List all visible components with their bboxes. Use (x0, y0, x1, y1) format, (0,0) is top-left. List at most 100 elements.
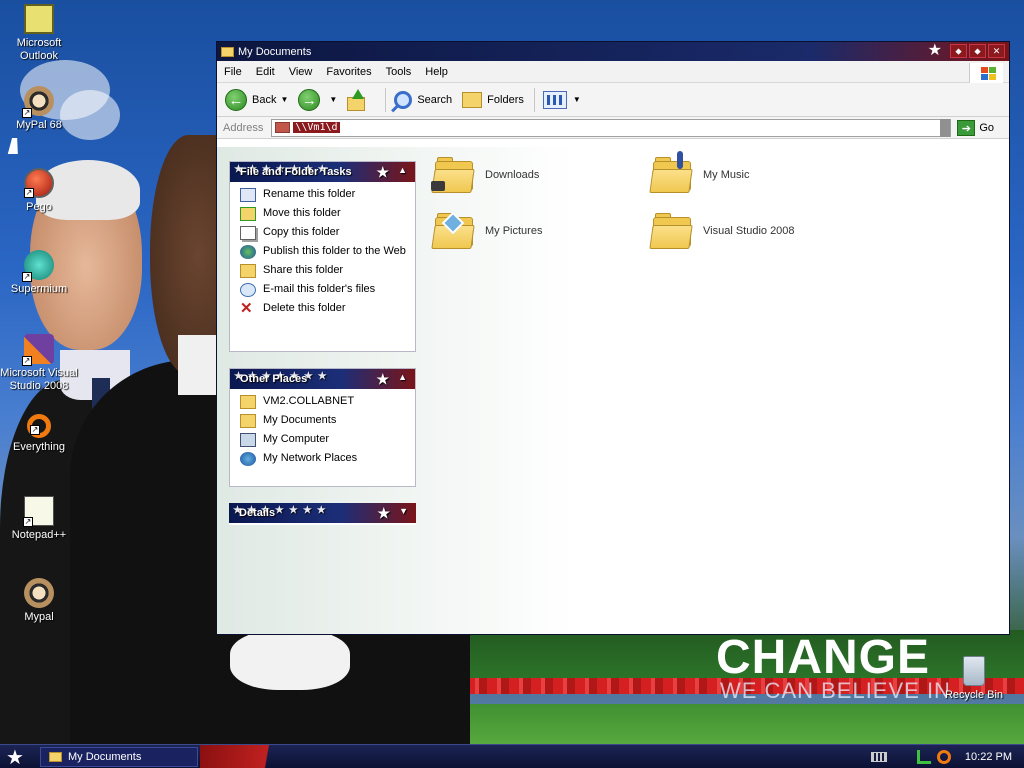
network-places-icon (240, 452, 256, 466)
everything-tray-icon[interactable] (936, 749, 951, 764)
windows-flag-icon (969, 63, 1003, 83)
task-move[interactable]: Move this folder (240, 207, 409, 221)
taskbar-button-my-documents[interactable]: My Documents (40, 747, 198, 767)
up-folder-icon (347, 88, 367, 111)
task-label: Delete this folder (263, 302, 346, 314)
desktop-icon-notepadpp[interactable]: ↗ Notepad++ (0, 496, 78, 542)
task-label: Share this folder (263, 264, 344, 276)
menu-file[interactable]: File (217, 66, 249, 78)
window-controls: ★ ⬥ ⬥ ✕ (928, 43, 1005, 59)
folder-label: My Pictures (485, 225, 543, 237)
place-label: VM2.COLLABNET (263, 395, 355, 407)
close-button[interactable]: ✕ (988, 44, 1005, 58)
taskbar-decoration (200, 745, 310, 768)
supermium-icon: ↗ (22, 250, 54, 282)
desktop-icon-mypal[interactable]: Mypal (0, 578, 78, 624)
system-tray: 10:22 PM (870, 745, 1024, 768)
mypal-raccoon-icon (24, 578, 54, 608)
star-icon: ★ (376, 164, 389, 180)
chevron-down-icon[interactable]: ▼ (573, 95, 581, 104)
details-header[interactable]: ★★★★★★★ Details ★ ▼ (229, 503, 416, 523)
file-tasks-pane: ★★★★★★★ File and Folder Tasks ★ ▲ Rename… (229, 161, 416, 352)
menu-help[interactable]: Help (418, 66, 455, 78)
go-button[interactable]: ➔ Go (957, 119, 995, 136)
search-button[interactable]: Search (394, 90, 452, 109)
menu-edit[interactable]: Edit (249, 66, 282, 78)
pictures-folder-icon (431, 211, 475, 249)
menu-bar: File Edit View Favorites Tools Help (217, 61, 1009, 83)
desktop-icon-visual-studio[interactable]: ↗ Microsoft Visual Studio 2008 (0, 334, 78, 393)
folder-my-music[interactable]: My Music (649, 151, 750, 193)
chevron-down-icon[interactable]: ▼ (280, 95, 288, 104)
file-tasks-list: Rename this folder Move this folder Copy… (230, 182, 415, 327)
place-my-computer[interactable]: My Computer (240, 433, 409, 447)
menu-favorites[interactable]: Favorites (319, 66, 378, 78)
desktop-icon-outlook[interactable]: Microsoft Outlook (0, 4, 78, 63)
file-tasks-header[interactable]: ★★★★★★★ File and Folder Tasks ★ ▲ (230, 162, 415, 182)
place-my-documents[interactable]: My Documents (240, 414, 409, 428)
task-publish[interactable]: Publish this folder to the Web (240, 245, 409, 259)
place-vm2[interactable]: VM2.COLLABNET (240, 395, 409, 409)
email-icon (240, 283, 256, 297)
music-folder-icon (649, 151, 693, 193)
task-delete[interactable]: ✕ Delete this folder (240, 301, 409, 316)
views-button[interactable]: ▼ (542, 90, 581, 109)
task-label: E-mail this folder's files (263, 283, 376, 295)
address-value[interactable]: \\Vm1\d (293, 122, 340, 133)
desktop-icon-mypal68[interactable]: ↗ MyPal 68 (0, 86, 78, 132)
task-label: Publish this folder to the Web (263, 245, 406, 257)
explorer-window: My Documents ★ ⬥ ⬥ ✕ File Edit View Favo… (216, 41, 1010, 635)
clock[interactable]: 10:22 PM (965, 751, 1012, 763)
chevron-up-icon[interactable]: ▲ (398, 165, 407, 175)
minimize-button[interactable]: ⬥ (950, 44, 967, 58)
desktop-icon-label: Everything (13, 441, 65, 453)
folder-visual-studio-2008[interactable]: Visual Studio 2008 (649, 213, 795, 249)
star-icon: ★ (376, 371, 389, 387)
place-network[interactable]: My Network Places (240, 452, 409, 466)
task-rename[interactable]: Rename this folder (240, 188, 409, 202)
address-dropdown[interactable] (940, 118, 951, 137)
other-places-header[interactable]: ★★★★★★★ Other Places ★ ▲ (230, 369, 415, 389)
task-label: Copy this folder (263, 226, 340, 238)
folders-icon (462, 91, 483, 108)
folder-label: My Music (703, 169, 750, 181)
desktop-icon-label: Microsoft Visual Studio 2008 (0, 367, 78, 392)
star-icon: ★ (377, 505, 390, 521)
task-copy[interactable]: Copy this folder (240, 226, 409, 240)
desktop-icon-everything[interactable]: ↗ Everything (0, 414, 78, 454)
pane-title: Details (239, 507, 276, 519)
desktop-icon-label: Notepad++ (11, 529, 67, 541)
address-input[interactable]: \\Vm1\d (271, 118, 952, 137)
search-icon (394, 90, 413, 109)
menu-tools[interactable]: Tools (379, 66, 419, 78)
chevron-down-icon[interactable]: ▼ (399, 506, 408, 516)
keyboard-icon[interactable] (870, 751, 887, 762)
desktop-icon-label: Microsoft Outlook (16, 37, 62, 62)
task-label: Rename this folder (263, 188, 356, 200)
details-pane: ★★★★★★★ Details ★ ▼ (229, 503, 416, 525)
desktop-icon-pego[interactable]: ↗ Pego (0, 168, 78, 214)
go-label: Go (979, 121, 995, 134)
chevron-up-icon[interactable]: ▲ (398, 372, 407, 382)
folder-my-pictures[interactable]: My Pictures (431, 211, 543, 249)
my-documents-icon (240, 414, 256, 428)
task-share[interactable]: Share this folder (240, 264, 409, 278)
start-button[interactable]: ★ (6, 746, 24, 768)
folders-button[interactable]: Folders (462, 91, 524, 108)
rename-icon (240, 188, 256, 202)
up-folder-button[interactable] (347, 88, 375, 111)
network-tray-icon[interactable] (916, 749, 931, 764)
toolbar-separator (533, 87, 535, 112)
window-titlebar[interactable]: My Documents ★ ⬥ ⬥ ✕ (217, 42, 1009, 61)
mypal-raccoon-icon: ↗ (22, 86, 54, 118)
menu-view[interactable]: View (282, 66, 320, 78)
desktop-icon-supermium[interactable]: ↗ Supermium (0, 250, 78, 296)
desktop-icon-label: Mypal (24, 611, 54, 623)
back-button[interactable]: ← Back ▼ (225, 88, 288, 111)
forward-button[interactable]: → ▼ (298, 88, 337, 111)
task-email[interactable]: E-mail this folder's files (240, 283, 409, 297)
desktop-icon-recycle-bin[interactable]: Recycle Bin (936, 656, 1012, 702)
maximize-button[interactable]: ⬥ (969, 44, 986, 58)
chevron-down-icon[interactable]: ▼ (329, 95, 337, 104)
folder-downloads[interactable]: Downloads (431, 157, 539, 193)
